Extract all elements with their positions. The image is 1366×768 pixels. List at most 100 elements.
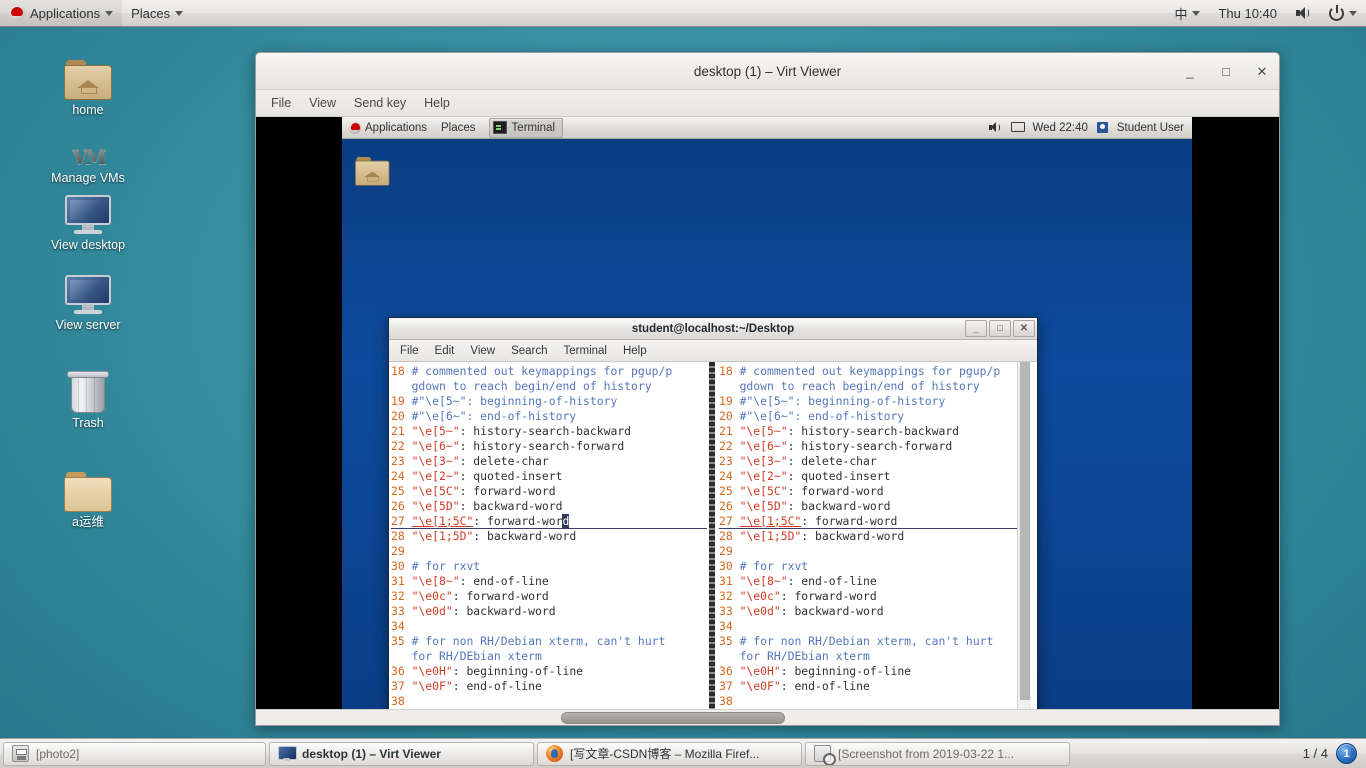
chevron-down-icon <box>1192 11 1200 16</box>
vim-vertical-split <box>707 362 717 709</box>
desktop-icon-label: a运维 <box>33 515 143 529</box>
clock-label: Thu 10:40 <box>1218 6 1277 21</box>
close-button[interactable]: ✕ <box>1253 63 1271 81</box>
virt-viewer-titlebar[interactable]: desktop (1) – Virt Viewer _ □ ✕ <box>256 53 1279 90</box>
desktop-icon-trash[interactable]: Trash <box>33 363 143 430</box>
vim-buffer-left: 18 # commented out keymappings for pgup/… <box>389 362 707 709</box>
virt-viewer-window: desktop (1) – Virt Viewer _ □ ✕ File Vie… <box>255 52 1280 726</box>
terminal-titlebar[interactable]: student@localhost:~/Desktop _ □ ✕ <box>389 318 1037 340</box>
monitor-icon <box>278 745 295 762</box>
chevron-down-icon <box>1349 11 1357 16</box>
redhat-logo-icon <box>9 5 25 21</box>
taskbar-item-label: [photo2] <box>36 747 79 761</box>
terminal-menu-help[interactable]: Help <box>615 340 655 362</box>
terminal-content[interactable]: 18 # commented out keymappings for pgup/… <box>389 362 1037 709</box>
home-folder-icon <box>33 50 143 100</box>
applications-menu[interactable]: Applications <box>0 0 122 27</box>
top-panel: Applications Places 中 Thu 10:40 <box>0 0 1366 27</box>
taskbar: [photo2] desktop (1) – Virt Viewer [写文章-… <box>0 738 1366 768</box>
vim-pane-right[interactable]: 18 # commented out keymappings for pgup/… <box>717 362 1017 709</box>
terminal-maximize-button[interactable]: □ <box>989 320 1011 337</box>
desktop-icon-label: Manage VMs <box>33 171 143 185</box>
menu-help[interactable]: Help <box>415 90 459 117</box>
terminal-menu-search[interactable]: Search <box>503 340 555 362</box>
menu-view[interactable]: View <box>300 90 345 117</box>
screenshot-icon <box>814 745 831 762</box>
terminal-title: student@localhost:~/Desktop <box>632 323 794 335</box>
desktop-icon-view-desktop[interactable]: View desktop <box>33 185 143 252</box>
folder-icon <box>33 462 143 512</box>
applications-menu-label: Applications <box>30 6 100 21</box>
minimize-button[interactable]: _ <box>1181 63 1199 81</box>
taskbar-item-photo2[interactable]: [photo2] <box>3 742 266 766</box>
maximize-button[interactable]: □ <box>1217 63 1235 81</box>
workspace-count-label: 1 / 4 <box>1303 746 1328 761</box>
monitor-icon <box>33 265 143 315</box>
trash-icon <box>33 363 143 413</box>
virt-viewer-menubar: File View Send key Help <box>256 90 1279 117</box>
workspace-badge[interactable]: 1 <box>1336 743 1357 764</box>
vm-panel-tray: Wed 22:40 Student User <box>989 122 1192 134</box>
desktop-icon-label: home <box>33 103 143 117</box>
virt-manager-icon: VM <box>33 118 143 168</box>
system-menu[interactable] <box>1320 0 1366 27</box>
terminal-close-button[interactable]: ✕ <box>1013 320 1035 337</box>
monitor-icon <box>33 185 143 235</box>
desktop-icon-home[interactable]: home <box>33 50 143 117</box>
terminal-menu-edit[interactable]: Edit <box>427 340 463 362</box>
desktop-icon-view-server[interactable]: View server <box>33 265 143 332</box>
power-icon <box>1329 6 1344 21</box>
vim-pane-left[interactable]: 18 # commented out keymappings for pgup/… <box>389 362 707 709</box>
desktop-background: Applications Places 中 Thu 10:40 <box>0 0 1366 768</box>
desktop-icon-label: View server <box>33 318 143 332</box>
chevron-down-icon <box>105 11 113 16</box>
terminal-menu-terminal[interactable]: Terminal <box>556 340 615 362</box>
input-method-indicator[interactable]: 中 <box>1165 0 1209 27</box>
vm-applications-menu[interactable]: Applications <box>342 117 434 139</box>
scrollbar-thumb[interactable] <box>561 712 785 724</box>
terminal-minimize-button[interactable]: _ <box>965 320 987 337</box>
taskbar-item-screenshot[interactable]: [Screenshot from 2019-03-22 1... <box>805 742 1070 766</box>
desktop-icon-label: View desktop <box>33 238 143 252</box>
home-folder-icon <box>355 157 390 186</box>
vim-buffer-right: 18 # commented out keymappings for pgup/… <box>717 362 1017 709</box>
virt-viewer-display-area: Applications Places Terminal Wed 22:40 <box>256 117 1279 709</box>
terminal-scrollbar[interactable] <box>1017 362 1031 709</box>
volume-icon[interactable] <box>989 122 1002 133</box>
menu-file[interactable]: File <box>262 90 300 117</box>
terminal-menu-file[interactable]: File <box>392 340 427 362</box>
vm-desktop-icon-home[interactable] <box>355 157 403 197</box>
taskbar-item-virt-viewer[interactable]: desktop (1) – Virt Viewer <box>269 742 534 766</box>
vm-places-label: Places <box>441 122 476 134</box>
desktop-icon-manage-vms[interactable]: VM Manage VMs <box>33 118 143 185</box>
vm-user-label[interactable]: Student User <box>1117 122 1184 134</box>
taskbar-item-label: desktop (1) – Virt Viewer <box>302 747 441 761</box>
desktop-icon-a-ops[interactable]: a运维 <box>33 462 143 529</box>
virt-viewer-title: desktop (1) – Virt Viewer <box>694 64 841 79</box>
clock[interactable]: Thu 10:40 <box>1209 0 1286 27</box>
firefox-icon <box>546 745 563 762</box>
vm-taskbar-item-terminal[interactable]: Terminal <box>489 118 563 138</box>
scrollbar-thumb[interactable] <box>1020 362 1030 700</box>
terminal-window: student@localhost:~/Desktop _ □ ✕ File E… <box>388 317 1038 709</box>
vm-places-menu[interactable]: Places <box>434 117 483 139</box>
workspace-switcher[interactable]: 1 / 4 1 <box>1303 743 1363 764</box>
taskbar-item-firefox[interactable]: [写文章-CSDN博客 – Mozilla Firef... <box>537 742 802 766</box>
top-panel-tray: 中 Thu 10:40 <box>1165 0 1366 27</box>
terminal-menubar: File Edit View Search Terminal Help <box>389 340 1037 362</box>
taskbar-item-label: [写文章-CSDN博客 – Mozilla Firef... <box>570 745 759 762</box>
input-method-label: 中 <box>1174 4 1187 23</box>
volume-button[interactable] <box>1286 0 1320 27</box>
chevron-down-icon <box>175 11 183 16</box>
terminal-icon <box>493 121 507 134</box>
virt-viewer-horizontal-scrollbar[interactable] <box>256 709 1279 725</box>
menu-send-key[interactable]: Send key <box>345 90 415 117</box>
volume-icon <box>1295 6 1311 20</box>
places-menu[interactable]: Places <box>122 0 192 27</box>
vm-top-panel: Applications Places Terminal Wed 22:40 <box>342 117 1192 139</box>
display-icon[interactable] <box>1011 122 1023 134</box>
taskbar-item-label: [Screenshot from 2019-03-22 1... <box>838 747 1014 761</box>
terminal-menu-view[interactable]: View <box>462 340 503 362</box>
vm-clock-label: Wed 22:40 <box>1032 122 1087 134</box>
files-icon <box>12 745 29 762</box>
